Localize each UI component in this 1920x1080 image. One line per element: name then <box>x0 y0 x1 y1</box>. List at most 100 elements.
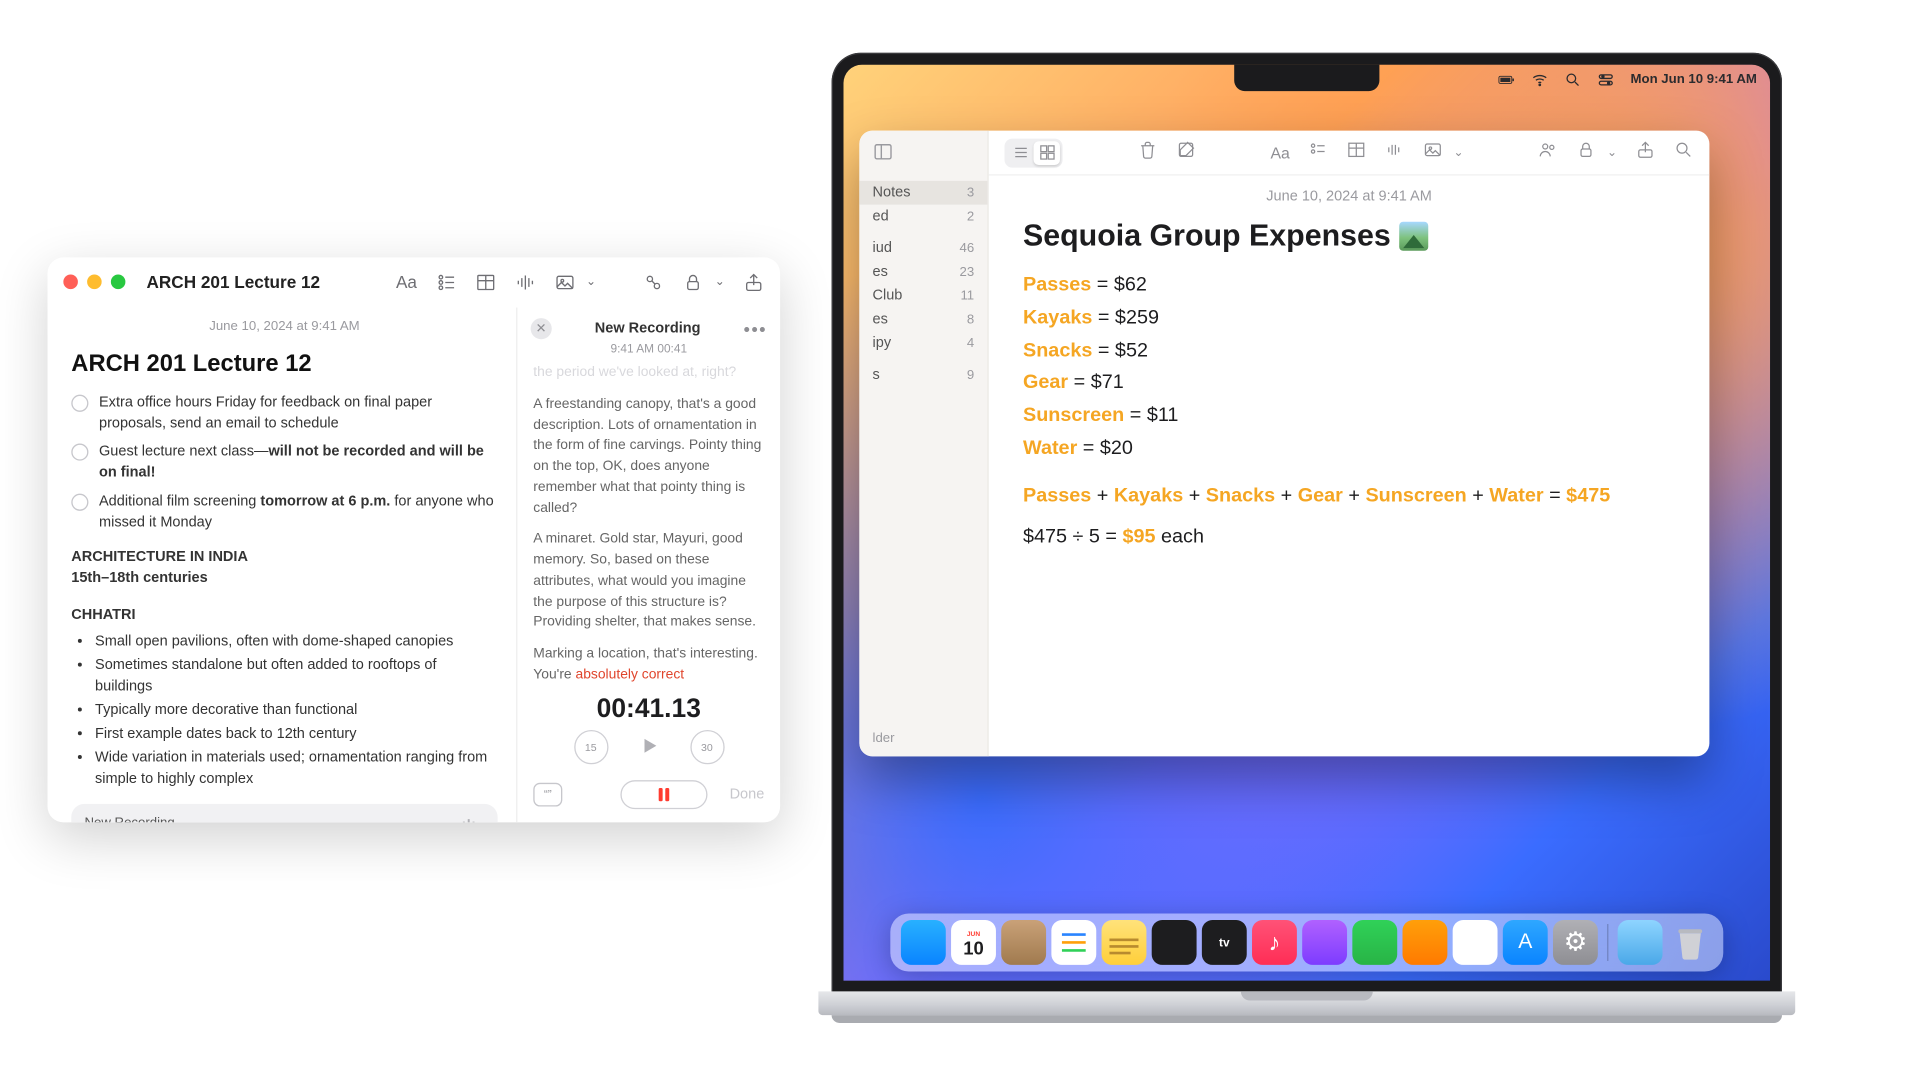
dock-notes-icon[interactable] <box>1102 920 1147 965</box>
chevron-down-icon[interactable]: ⌄ <box>586 275 596 290</box>
dock-downloads-icon[interactable] <box>1618 920 1663 965</box>
close-window-button[interactable] <box>63 275 78 290</box>
view-mode-segmented[interactable] <box>1005 138 1063 167</box>
folder-label: ed <box>873 209 889 225</box>
section-subheading: 15th–18th centuries <box>71 569 497 590</box>
menubar[interactable]: Mon Jun 10 9:41 AM <box>1485 65 1770 94</box>
checklist-icon[interactable] <box>1308 139 1328 165</box>
recording-transcript-panel: ✕ New Recording ••• 9:41 AM 00:41 the pe… <box>516 308 780 823</box>
table-icon[interactable] <box>1347 139 1367 165</box>
audio-waveform-icon[interactable] <box>515 271 536 292</box>
collaborate-icon[interactable] <box>1538 139 1558 165</box>
chevron-down-icon[interactable]: ⌄ <box>715 275 725 290</box>
dock-tv-icon[interactable]: tv <box>1202 920 1247 965</box>
done-button[interactable]: Done <box>730 787 765 803</box>
sidebar-folder-row[interactable]: s9 <box>859 363 987 387</box>
new-folder-button[interactable]: lder <box>859 721 987 757</box>
share-icon[interactable] <box>743 271 764 292</box>
sidebar-folder-row[interactable] <box>859 355 987 363</box>
checklist-item[interactable]: Extra office hours Friday for feedback o… <box>71 393 497 435</box>
desktop[interactable]: Mon Jun 10 9:41 AM Notes3ed2 iud46es23Clu… <box>843 65 1770 981</box>
search-icon[interactable] <box>1674 139 1694 165</box>
dock-phone-icon[interactable] <box>1453 920 1498 965</box>
table-icon[interactable] <box>475 271 496 292</box>
recording-panel-subtitle: 9:41 AM 00:41 <box>517 342 780 355</box>
transcript-text[interactable]: the period we've looked at, right? A fre… <box>517 363 780 689</box>
laptop-base <box>818 991 1795 1015</box>
sidebar-folder-row[interactable]: es23 <box>859 260 987 284</box>
sidebar-toggle-icon[interactable] <box>873 141 894 166</box>
share-icon[interactable] <box>1635 139 1655 165</box>
media-icon[interactable] <box>1423 139 1443 165</box>
pause-record-button[interactable] <box>620 780 707 809</box>
battery-icon[interactable] <box>1499 71 1516 88</box>
expense-line: Passes = $62 <box>1023 269 1675 302</box>
gallery-view-icon[interactable] <box>1034 141 1060 165</box>
note-toolbar: Aa ⌄ ⌄ <box>396 271 764 292</box>
sidebar-folder-row[interactable]: iud46 <box>859 236 987 260</box>
checkbox-circle[interactable] <box>71 394 88 411</box>
lock-icon[interactable] <box>683 271 704 292</box>
dock-music-icon[interactable]: ♪ <box>1252 920 1297 965</box>
list-view-icon[interactable] <box>1007 141 1033 165</box>
dock-stocks-icon[interactable] <box>1152 920 1197 965</box>
checkbox-circle[interactable] <box>71 444 88 461</box>
note-document[interactable]: June 10, 2024 at 9:41 AM Sequoia Group E… <box>989 176 1710 757</box>
audio-waveform-icon[interactable] <box>1385 139 1405 165</box>
bullet-item: Wide variation in materials used; orname… <box>95 748 498 790</box>
dock-numbers-icon[interactable] <box>1352 920 1397 965</box>
folder-label: es <box>873 312 888 328</box>
window-title: ARCH 201 Lecture 12 <box>147 272 321 292</box>
sidebar-folder-row[interactable]: Club11 <box>859 284 987 308</box>
note-title: Sequoia Group Expenses <box>1023 218 1675 254</box>
checklist-icon[interactable] <box>435 271 456 292</box>
spotlight-icon[interactable] <box>1565 71 1582 88</box>
more-options-button[interactable]: ••• <box>744 318 767 339</box>
recording-panel-title: New Recording <box>552 321 744 337</box>
transcript-faded-line: the period we've looked at, right? <box>533 363 764 384</box>
checklist-item[interactable]: Guest lecture next class—will not be rec… <box>71 443 497 485</box>
compose-icon[interactable] <box>1176 139 1196 165</box>
formula-line: Passes + Kayaks + Snacks + Gear + Sunscr… <box>1023 484 1675 506</box>
dock-trash-icon[interactable] <box>1668 920 1713 965</box>
close-panel-button[interactable]: ✕ <box>531 318 552 339</box>
dock-finder-icon[interactable] <box>901 920 946 965</box>
control-center-icon[interactable] <box>1598 71 1615 88</box>
text-style-icon[interactable]: Aa <box>396 271 417 292</box>
play-button[interactable] <box>637 733 661 761</box>
trash-icon[interactable] <box>1137 139 1157 165</box>
link-icon[interactable] <box>643 271 664 292</box>
dock-podcasts-icon[interactable] <box>1302 920 1347 965</box>
lock-icon[interactable] <box>1577 139 1597 165</box>
sidebar-folder-row[interactable]: ed2 <box>859 205 987 229</box>
folder-count: 9 <box>967 368 974 383</box>
dock-contacts-icon[interactable] <box>1001 920 1046 965</box>
wifi-icon[interactable] <box>1532 71 1549 88</box>
checklist-item[interactable]: Additional film screening tomorrow at 6 … <box>71 493 497 535</box>
checkbox-circle[interactable] <box>71 494 88 511</box>
zoom-window-button[interactable] <box>111 275 126 290</box>
skip-forward-button[interactable]: 30 <box>690 730 724 764</box>
dock-pages-icon[interactable] <box>1403 920 1448 965</box>
notes-sidebar[interactable]: Notes3ed2 iud46es23Club11 es 8 ipy4 s9 lder <box>859 131 988 757</box>
skip-back-button[interactable]: 15 <box>574 730 608 764</box>
folder-count: 8 <box>967 312 974 327</box>
dock-settings-icon[interactable]: ⚙︎ <box>1553 920 1598 965</box>
text-style-icon[interactable]: Aa <box>1270 143 1289 161</box>
media-icon[interactable] <box>554 271 575 292</box>
transcript-paragraph: A minaret. Gold star, Mayuri, good memor… <box>533 530 764 634</box>
sidebar-folder-row[interactable]: es 8 <box>859 308 987 332</box>
menubar-clock[interactable]: Mon Jun 10 9:41 AM <box>1631 72 1757 87</box>
dock[interactable]: JUN10 tv♪ A⚙︎ <box>890 913 1723 971</box>
dock-reminders-icon[interactable] <box>1051 920 1096 965</box>
sidebar-folder-row[interactable] <box>859 228 987 236</box>
recording-attachment-chip[interactable]: New Recording 00:41 <box>71 803 497 822</box>
window-titlebar[interactable]: ARCH 201 Lecture 12 Aa ⌄ ⌄ <box>48 257 781 307</box>
minimize-window-button[interactable] <box>87 275 102 290</box>
note-content-pane[interactable]: June 10, 2024 at 9:41 AM ARCH 201 Lectur… <box>48 308 517 823</box>
dock-calendar-icon[interactable]: JUN10 <box>951 920 996 965</box>
dock-appstore-icon[interactable]: A <box>1503 920 1548 965</box>
sidebar-folder-row[interactable]: ipy4 <box>859 331 987 355</box>
transcript-toggle-button[interactable]: “” <box>533 783 562 807</box>
sidebar-folder-row[interactable]: Notes3 <box>859 181 987 205</box>
